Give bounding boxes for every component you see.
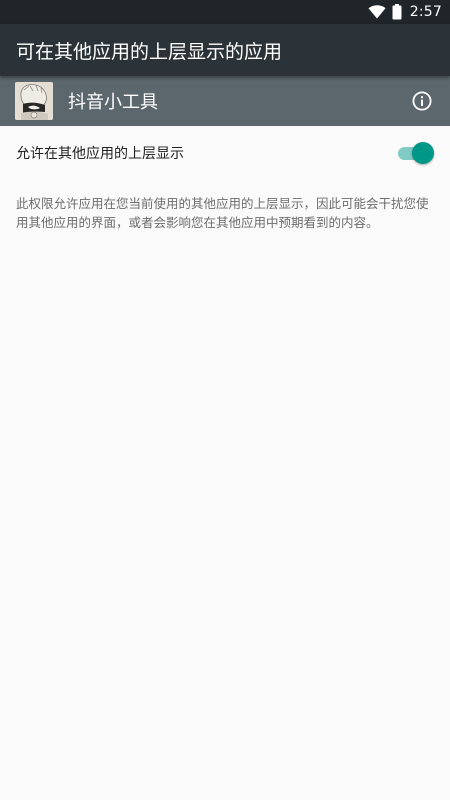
toolbar: 可在其他应用的上层显示的应用 — [0, 24, 450, 76]
permission-description: 此权限允许应用在您当前使用的其他应用的上层显示，因此可能会干扰您使用其他应用的界… — [16, 196, 429, 230]
wifi-icon — [368, 5, 386, 19]
app-header: 抖音小工具 — [0, 76, 450, 126]
setting-label: 允许在其他应用的上层显示 — [16, 146, 184, 162]
overlay-permission-toggle[interactable] — [396, 141, 434, 165]
toggle-thumb — [412, 142, 434, 164]
info-icon[interactable] — [410, 89, 434, 113]
status-time: 2:57 — [409, 4, 442, 20]
battery-icon — [392, 4, 402, 20]
page-title: 可在其他应用的上层显示的应用 — [16, 40, 283, 63]
app-name: 抖音小工具 — [68, 92, 158, 113]
status-bar: 2:57 — [0, 0, 450, 24]
app-icon — [15, 82, 53, 120]
overlay-permission-row[interactable]: 允许在其他应用的上层显示 — [0, 126, 450, 180]
